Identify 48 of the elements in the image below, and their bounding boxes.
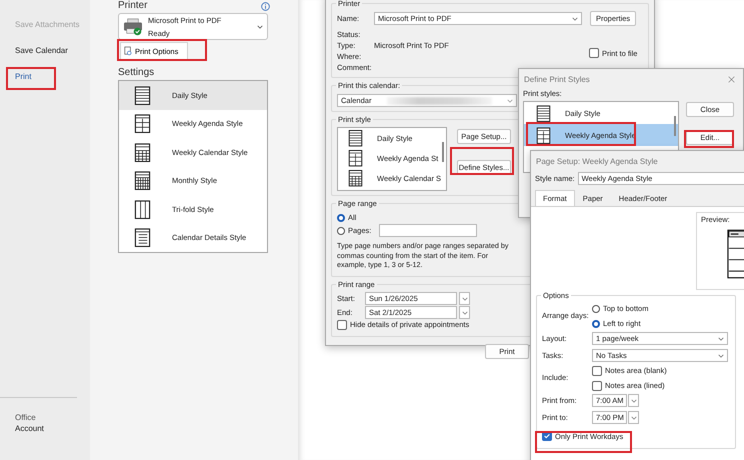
- checkbox[interactable]: [337, 320, 347, 330]
- info-icon[interactable]: [261, 2, 270, 10]
- account-link[interactable]: Office Account: [0, 412, 90, 460]
- checkbox[interactable]: [589, 48, 599, 58]
- chevron-down-icon: [718, 336, 724, 340]
- print-options-icon: [124, 46, 132, 56]
- radio-button[interactable]: [337, 214, 345, 222]
- radio-button[interactable]: [592, 304, 600, 312]
- chevron-down-icon: [462, 296, 468, 300]
- highlight-frame: [6, 67, 56, 90]
- pages-input[interactable]: [379, 224, 478, 237]
- scrollbar[interactable]: [674, 116, 676, 136]
- chevron-down-icon: [572, 16, 578, 20]
- radio-button[interactable]: [337, 226, 345, 234]
- chevron-down-icon: [462, 310, 468, 314]
- dropdown-button[interactable]: [459, 292, 470, 305]
- nav-item[interactable]: Print: [0, 71, 90, 97]
- chevron-down-icon: [718, 354, 724, 358]
- dialog-title: Page Setup: Weekly Agenda Style: [536, 156, 658, 166]
- scrollbar[interactable]: [442, 142, 444, 162]
- page-layout-icon: [134, 228, 151, 248]
- page-layout-icon: [134, 142, 151, 162]
- page-layout-icon: [348, 149, 363, 167]
- page-layout-icon: [536, 104, 551, 122]
- dialog-title: Define Print Styles: [524, 74, 590, 84]
- checkbox[interactable]: [592, 380, 602, 390]
- printer-icon: [123, 18, 143, 36]
- page-layout-icon: [134, 114, 151, 134]
- page-layout-icon: [134, 171, 151, 190]
- page-layout-icon: [536, 126, 551, 144]
- chevron-down-icon: [630, 398, 636, 402]
- highlight-frame: [684, 130, 734, 148]
- checkbox[interactable]: [592, 366, 602, 376]
- page-layout-icon: [348, 169, 363, 187]
- nav-item[interactable]: Save Calendar: [0, 45, 90, 71]
- section-heading: Settings: [118, 67, 156, 78]
- chevron-down-icon: [257, 24, 263, 28]
- dropdown-button[interactable]: [628, 394, 639, 407]
- chevron-down-icon: [507, 98, 513, 102]
- close-icon[interactable]: [728, 76, 735, 82]
- dropdown-button[interactable]: [628, 411, 639, 424]
- section-heading: Printer: [118, 0, 148, 12]
- page-layout-icon: [134, 200, 151, 219]
- dropdown-button[interactable]: [459, 306, 470, 319]
- chevron-down-icon: [630, 416, 636, 420]
- highlight-frame: [450, 147, 514, 175]
- radio-button[interactable]: [592, 320, 600, 328]
- page-layout-icon: [134, 86, 151, 105]
